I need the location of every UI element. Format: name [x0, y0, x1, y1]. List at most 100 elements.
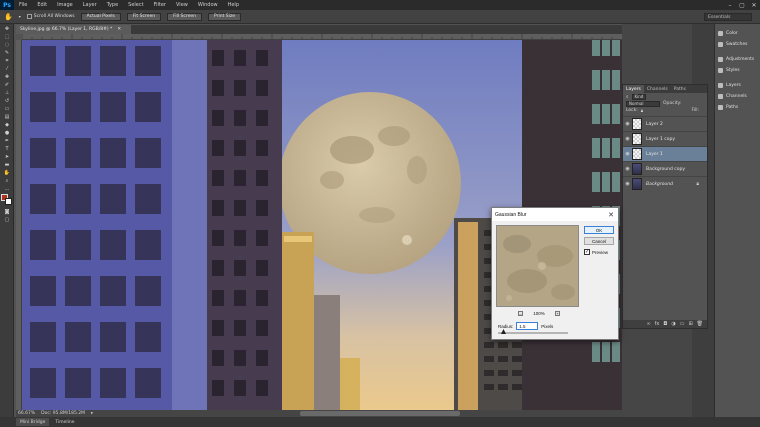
layer-row[interactable]: ◉ Layer 2 [623, 116, 707, 131]
zoom-in-button[interactable]: + [554, 311, 560, 316]
eyedropper-tool-icon[interactable]: ⁄ [2, 65, 12, 72]
close-icon[interactable]: ✕ [608, 211, 614, 219]
checkbox-box[interactable] [26, 14, 32, 19]
pen-tool-icon[interactable]: ✒ [2, 137, 12, 144]
menu-type[interactable]: Type [102, 2, 123, 8]
history-brush-tool-icon[interactable]: ↺ [2, 97, 12, 104]
zoom-out-button[interactable]: – [518, 311, 523, 316]
menu-select[interactable]: Select [123, 2, 148, 8]
panel-paths[interactable]: Paths [715, 102, 760, 113]
maximize-button[interactable]: ▢ [736, 0, 748, 10]
adjustment-layer-icon[interactable]: ◑ [671, 321, 675, 327]
brush-tool-icon[interactable]: ✐ [2, 81, 12, 88]
menu-edit[interactable]: Edit [32, 2, 52, 8]
kind-filter-select[interactable]: Kind [631, 93, 647, 100]
actual-pixels-button[interactable]: Actual Pixels [80, 12, 121, 21]
radius-input[interactable] [516, 322, 539, 330]
path-select-tool-icon[interactable]: ➤ [2, 153, 12, 160]
layer-list: ◉ Layer 2 ◉ Layer 1 copy ◉ Layer 1 ◉ Background… [623, 116, 707, 191]
menu-filter[interactable]: Filter [149, 2, 171, 8]
menu-window[interactable]: Window [193, 2, 223, 8]
print-size-button[interactable]: Print Size [208, 12, 242, 21]
visibility-eye-icon[interactable]: ◉ [623, 136, 632, 142]
quick-mask-icon[interactable]: ◙ [2, 208, 12, 215]
menu-file[interactable]: File [14, 2, 32, 8]
fit-screen-button[interactable]: Fit Screen [126, 12, 162, 21]
new-group-icon[interactable]: ▭ [680, 321, 685, 327]
visibility-eye-icon[interactable]: ◉ [623, 151, 632, 157]
link-layers-icon[interactable]: ∞ [646, 321, 650, 327]
lasso-tool-icon[interactable]: ◌ [2, 41, 12, 48]
clone-stamp-tool-icon[interactable]: ⊥ [2, 89, 12, 96]
visibility-eye-icon[interactable]: ◉ [623, 121, 632, 127]
color-swatches[interactable] [1, 194, 13, 206]
panel-swatches[interactable]: Swatches [715, 39, 760, 50]
radius-row: Radius: Pixels [498, 322, 553, 330]
scroll-all-windows-checkbox[interactable]: Scroll All Windows [26, 14, 75, 19]
zoom-tool-icon[interactable]: ⌕ [2, 177, 12, 184]
visibility-eye-icon[interactable]: ◉ [623, 166, 632, 172]
tab-paths[interactable]: Paths [671, 85, 689, 93]
panel-color[interactable]: Color [715, 28, 760, 39]
fx-icon[interactable]: fx [655, 321, 660, 327]
panel-adjustments-label: Adjustments [726, 57, 755, 62]
blur-tool-icon[interactable]: ◆ [2, 121, 12, 128]
layer-row[interactable]: ◉ Layer 1 [623, 146, 707, 161]
preview-checkbox-box[interactable]: ✓ [584, 249, 590, 255]
add-mask-icon[interactable]: ◘ [663, 321, 667, 327]
visibility-eye-icon[interactable]: ◉ [623, 181, 632, 187]
eraser-tool-icon[interactable]: ▭ [2, 105, 12, 112]
lock-icon[interactable]: 🔒︎ [641, 108, 643, 114]
blur-preview[interactable] [496, 225, 579, 307]
layer-row[interactable]: ◉ Background copy [623, 161, 707, 176]
quick-select-tool-icon[interactable]: ✎ [2, 49, 12, 56]
tab-channels[interactable]: Channels [644, 85, 671, 93]
panel-channels[interactable]: Channels [715, 91, 760, 102]
crop-tool-icon[interactable]: ⌗ [2, 57, 12, 64]
menu-layer[interactable]: Layer [78, 2, 102, 8]
new-layer-icon[interactable]: ⊞ [688, 321, 692, 327]
layer-row[interactable]: ◉ Background 🔒︎ [623, 176, 707, 191]
healing-brush-tool-icon[interactable]: ✚ [2, 73, 12, 80]
hand-tool-icon[interactable]: ✋ [4, 13, 13, 21]
layer-row[interactable]: ◉ Layer 1 copy [623, 131, 707, 146]
shape-tool-icon[interactable]: ▬ [2, 161, 12, 168]
tab-timeline[interactable]: Timeline [51, 418, 78, 426]
cancel-button[interactable]: Cancel [584, 237, 614, 245]
zoom-level[interactable]: 66.67% [18, 411, 35, 416]
tab-layers[interactable]: Layers [623, 85, 644, 93]
fill-screen-button[interactable]: Fill Screen [167, 12, 202, 21]
marquee-tool-icon[interactable]: ⬚ [2, 33, 12, 40]
background-color-swatch[interactable] [5, 198, 12, 205]
tab-mini-bridge[interactable]: Mini Bridge [16, 418, 50, 426]
more-tools-icon[interactable]: … [2, 185, 12, 192]
workspace-select[interactable]: Essentials [704, 13, 752, 21]
panel-styles[interactable]: Styles [715, 65, 760, 76]
tool-preset-chevron-icon[interactable]: ▾ [19, 14, 21, 19]
move-tool-icon[interactable]: ✥ [2, 25, 12, 32]
dodge-tool-icon[interactable]: ● [2, 129, 12, 136]
blend-mode-select[interactable]: Normal [626, 100, 660, 107]
status-arrow-icon[interactable]: ▸ [91, 411, 93, 416]
delete-layer-icon[interactable]: 🗑︎ [697, 321, 703, 327]
screen-mode-icon[interactable]: ▢ [2, 216, 12, 223]
menu-help[interactable]: Help [223, 2, 244, 8]
preview-texture [497, 226, 578, 306]
gradient-tool-icon[interactable]: ▤ [2, 113, 12, 120]
minimize-button[interactable]: – [724, 0, 736, 10]
preview-zoom-row: – 100% + [518, 311, 560, 316]
close-window-button[interactable]: ✕ [748, 0, 760, 10]
type-tool-icon[interactable]: T [2, 145, 12, 152]
menu-image[interactable]: Image [52, 2, 78, 8]
close-tab-icon[interactable]: ✕ [117, 27, 121, 32]
panel-layers[interactable]: Layers [715, 80, 760, 91]
layer-name: Layer 1 [646, 151, 663, 157]
ok-button[interactable]: OK [584, 226, 614, 234]
menu-view[interactable]: View [171, 2, 193, 8]
document-tab[interactable]: Skyline.jpg @ 66.7% (Layer 1, RGB/8#) * … [16, 25, 132, 34]
horizontal-scrollbar[interactable] [300, 411, 460, 416]
radius-slider-track[interactable] [498, 332, 568, 334]
hand-tool-icon[interactable]: ✋ [2, 169, 12, 176]
preview-checkbox[interactable]: ✓ Preview [584, 249, 608, 255]
panel-adjustments[interactable]: Adjustments [715, 54, 760, 65]
